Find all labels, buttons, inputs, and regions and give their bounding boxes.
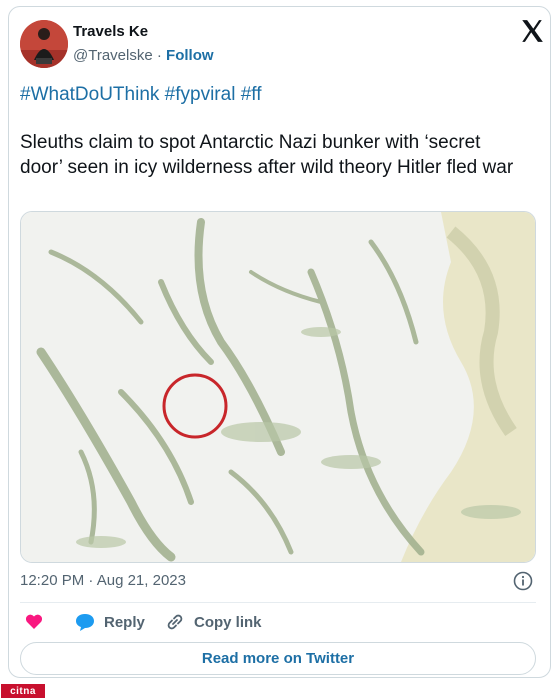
handle-row: @Travelske · Follow	[73, 47, 214, 64]
display-name[interactable]: Travels Ke	[73, 23, 148, 40]
timestamp-row: 12:20 PM · Aug 21, 2023	[20, 572, 186, 589]
avatar[interactable]	[20, 20, 68, 68]
reply-bubble-icon	[76, 614, 94, 631]
like-button[interactable]	[24, 612, 44, 632]
tweet-time[interactable]: 12:20 PM	[20, 572, 84, 589]
hashtag-fypviral[interactable]: #fypviral	[165, 84, 236, 105]
reply-button[interactable]: Reply	[74, 612, 145, 632]
copy-link-label: Copy link	[194, 613, 262, 631]
hashtag-row: #WhatDoUThink #fypviral #ff	[20, 84, 261, 106]
copy-link-button[interactable]: Copy link	[164, 612, 262, 632]
hashtag-ff[interactable]: #ff	[241, 84, 262, 105]
link-icon	[167, 614, 183, 630]
heart-icon	[25, 614, 43, 629]
tweet-date[interactable]: Aug 21, 2023	[97, 572, 186, 589]
read-more-button[interactable]: Read more on Twitter	[20, 642, 536, 675]
tweet-text: Sleuths claim to spot Antarctic Nazi bun…	[20, 132, 514, 178]
separator: ·	[88, 572, 94, 589]
tweet-image[interactable]	[20, 211, 536, 563]
hashtag-whatdouthink[interactable]: #WhatDoUThink	[20, 84, 159, 105]
x-logo-icon[interactable]	[519, 18, 545, 44]
separator: ·	[156, 47, 162, 64]
follow-button[interactable]: Follow	[166, 47, 214, 64]
handle[interactable]: @Travelske	[73, 47, 153, 64]
watermark-logo: citna	[1, 684, 45, 698]
divider	[20, 602, 536, 603]
info-icon[interactable]	[513, 571, 533, 591]
reply-label: Reply	[104, 613, 145, 631]
